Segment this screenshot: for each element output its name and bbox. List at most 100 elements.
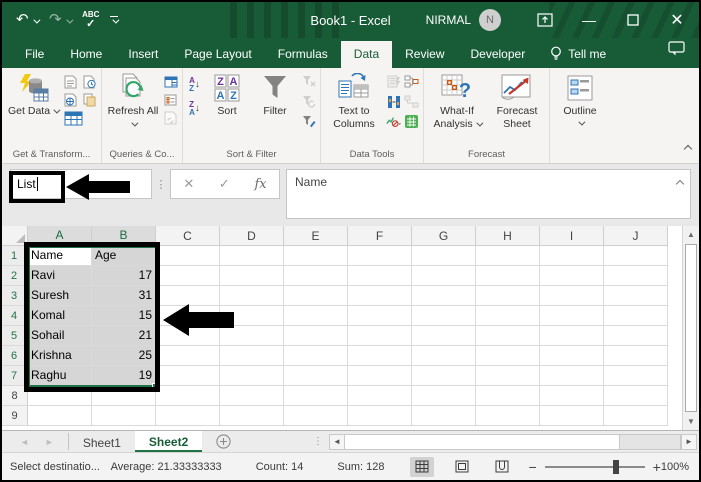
- tab-formulas[interactable]: Formulas: [265, 41, 341, 68]
- from-table-icon[interactable]: [63, 110, 83, 126]
- cell-F5[interactable]: [348, 326, 412, 346]
- row-header-9[interactable]: 9: [2, 406, 28, 426]
- cell-A9[interactable]: [28, 406, 92, 426]
- cell-H6[interactable]: [476, 346, 540, 366]
- cell-A6[interactable]: Krishna: [28, 346, 92, 366]
- from-web-icon[interactable]: [63, 92, 78, 107]
- zoom-out-button[interactable]: −: [528, 459, 536, 475]
- cell-B7[interactable]: 19: [92, 366, 156, 386]
- new-sheet-button[interactable]: [202, 431, 245, 452]
- cell-A7[interactable]: Raghu: [28, 366, 92, 386]
- cell-H1[interactable]: [476, 246, 540, 266]
- minimize-button[interactable]: —: [567, 2, 611, 38]
- cell-J9[interactable]: [604, 406, 668, 426]
- get-data-button[interactable]: Get Data: [6, 71, 61, 118]
- scroll-right-icon[interactable]: ►: [681, 433, 697, 450]
- cell-I1[interactable]: [540, 246, 604, 266]
- properties-icon[interactable]: [163, 92, 178, 107]
- existing-connections-icon[interactable]: [82, 92, 97, 107]
- cell-E8[interactable]: [284, 386, 348, 406]
- row-header-8[interactable]: 8: [2, 386, 28, 406]
- collapse-ribbon-button[interactable]: [683, 139, 693, 157]
- cell-E6[interactable]: [284, 346, 348, 366]
- cell-F8[interactable]: [348, 386, 412, 406]
- manage-data-model-icon[interactable]: [404, 114, 419, 129]
- cell-C4[interactable]: [156, 306, 220, 326]
- row-header-3[interactable]: 3: [2, 286, 28, 306]
- row-header-1[interactable]: 1: [2, 246, 28, 266]
- row-header-4[interactable]: 4: [2, 306, 28, 326]
- cell-E1[interactable]: [284, 246, 348, 266]
- cell-B1[interactable]: Age: [92, 246, 156, 266]
- undo-button[interactable]: ↶: [16, 11, 41, 29]
- cell-F9[interactable]: [348, 406, 412, 426]
- cell-H3[interactable]: [476, 286, 540, 306]
- relationships-icon[interactable]: [404, 94, 419, 109]
- customize-qat-button[interactable]: [110, 15, 120, 25]
- ribbon-display-options-icon[interactable]: [523, 2, 567, 38]
- zoom-in-button[interactable]: +: [653, 459, 661, 475]
- cell-D7[interactable]: [220, 366, 284, 386]
- cell-D6[interactable]: [220, 346, 284, 366]
- status-count[interactable]: Count: 14: [256, 461, 304, 473]
- refresh-all-button[interactable]: Refresh All: [106, 71, 160, 130]
- next-sheet-icon[interactable]: ►: [45, 437, 54, 447]
- cell-E3[interactable]: [284, 286, 348, 306]
- outline-button[interactable]: Outline: [554, 71, 606, 126]
- cell-J4[interactable]: [604, 306, 668, 326]
- zoom-slider-thumb[interactable]: [612, 459, 619, 474]
- cell-A4[interactable]: Komal: [28, 306, 92, 326]
- cell-G9[interactable]: [412, 406, 476, 426]
- cell-D4[interactable]: [220, 306, 284, 326]
- column-header-a[interactable]: A: [28, 226, 92, 246]
- tab-insert[interactable]: Insert: [115, 41, 171, 68]
- comments-icon[interactable]: [654, 35, 699, 68]
- cell-B4[interactable]: 15: [92, 306, 156, 326]
- cell-D2[interactable]: [220, 266, 284, 286]
- cell-H4[interactable]: [476, 306, 540, 326]
- cell-H9[interactable]: [476, 406, 540, 426]
- cell-C9[interactable]: [156, 406, 220, 426]
- tab-home[interactable]: Home: [57, 41, 115, 68]
- edit-links-icon[interactable]: [163, 110, 178, 125]
- column-header-j[interactable]: J: [604, 226, 668, 246]
- page-layout-view-icon[interactable]: [450, 457, 474, 477]
- vertical-scrollbar[interactable]: ▲ ▼: [682, 226, 699, 430]
- cell-I9[interactable]: [540, 406, 604, 426]
- cell-C7[interactable]: [156, 366, 220, 386]
- cell-G4[interactable]: [412, 306, 476, 326]
- name-box[interactable]: List: [10, 169, 152, 199]
- page-break-view-icon[interactable]: [490, 457, 514, 477]
- cell-C8[interactable]: [156, 386, 220, 406]
- tell-me-box[interactable]: Tell me: [538, 40, 618, 68]
- cell-G6[interactable]: [412, 346, 476, 366]
- cell-H8[interactable]: [476, 386, 540, 406]
- cell-G2[interactable]: [412, 266, 476, 286]
- close-button[interactable]: ✕: [655, 2, 699, 38]
- cell-E4[interactable]: [284, 306, 348, 326]
- cell-A3[interactable]: Suresh: [28, 286, 92, 306]
- cell-C2[interactable]: [156, 266, 220, 286]
- cell-I3[interactable]: [540, 286, 604, 306]
- cell-C3[interactable]: [156, 286, 220, 306]
- cell-B5[interactable]: 21: [92, 326, 156, 346]
- cell-G7[interactable]: [412, 366, 476, 386]
- column-header-c[interactable]: C: [156, 226, 220, 246]
- tab-file[interactable]: File: [12, 41, 57, 68]
- cell-H2[interactable]: [476, 266, 540, 286]
- sort-za-icon[interactable]: Z A ↓: [187, 100, 202, 116]
- row-header-6[interactable]: 6: [2, 346, 28, 366]
- cell-F1[interactable]: [348, 246, 412, 266]
- cell-A2[interactable]: Ravi: [28, 266, 92, 286]
- cell-J8[interactable]: [604, 386, 668, 406]
- cell-D9[interactable]: [220, 406, 284, 426]
- cell-A8[interactable]: [28, 386, 92, 406]
- flash-fill-icon[interactable]: [386, 74, 401, 89]
- vertical-scroll-thumb[interactable]: [685, 244, 697, 412]
- column-header-b[interactable]: B: [92, 226, 156, 246]
- cell-J2[interactable]: [604, 266, 668, 286]
- cell-J6[interactable]: [604, 346, 668, 366]
- horizontal-scrollbar[interactable]: ◄ ►: [329, 431, 699, 452]
- sort-button[interactable]: Z A A Z Sort: [205, 71, 249, 118]
- scroll-up-icon[interactable]: ▲: [683, 226, 699, 243]
